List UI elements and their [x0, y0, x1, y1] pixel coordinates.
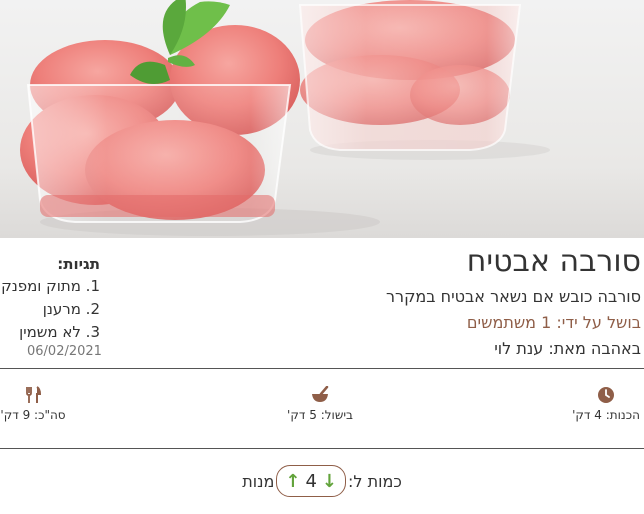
recipe-subtitle: סורבה כובש אם נשאר אבטיח במקרר [386, 287, 641, 306]
fork-knife-icon [0, 386, 66, 406]
tags-title: תגיות: [57, 255, 100, 273]
mortar-bowl-icon [284, 385, 356, 406]
tags-section: תגיות: 1. מתוק ומפנק 2. מרענן 3. לא משמי… [0, 255, 100, 344]
front-glass [20, 25, 300, 223]
arrow-up-icon[interactable]: ↑ [283, 471, 302, 492]
arrow-down-icon[interactable]: ↓ [320, 471, 339, 492]
servings-control: כמות ל: ↑ 4 ↓ מנות [0, 465, 644, 497]
prep-time: הכנות: 4 דק' [571, 386, 641, 422]
servings-label: כמות ל: [348, 471, 402, 491]
total-time: סה"כ: 9 דק' [0, 386, 66, 422]
prep-time-label: הכנות: 4 דק' [572, 408, 640, 422]
cooked-by-link[interactable]: בושל על ידי: 1 משתמשים [467, 313, 641, 332]
sorbet-photo [20, 0, 550, 236]
total-time-label: סה"כ: 9 דק' [0, 408, 66, 422]
cook-time-label: בישול: 5 דק' [287, 408, 353, 422]
divider [0, 368, 644, 369]
divider [0, 448, 644, 449]
clock-icon [571, 386, 641, 406]
recipe-title: סורבה אבטיח [466, 244, 641, 279]
servings-value: 4 [305, 470, 317, 492]
cook-time: בישול: 5 דק' [284, 385, 356, 422]
servings-unit: מנות [242, 471, 275, 491]
recipe-hero-image [0, 0, 644, 238]
servings-stepper[interactable]: ↑ 4 ↓ [276, 465, 347, 497]
tag-item[interactable]: 2. מרענן [0, 298, 100, 321]
author-credit: באהבה מאת: ענת לוי [494, 339, 641, 358]
recipe-date: 06/02/2021 [27, 344, 102, 359]
tag-item[interactable]: 3. לא משמין [0, 321, 100, 344]
tags-list: 1. מתוק ומפנק 2. מרענן 3. לא משמין [0, 275, 100, 344]
tag-item[interactable]: 1. מתוק ומפנק [0, 275, 100, 298]
back-glass [298, 0, 522, 151]
